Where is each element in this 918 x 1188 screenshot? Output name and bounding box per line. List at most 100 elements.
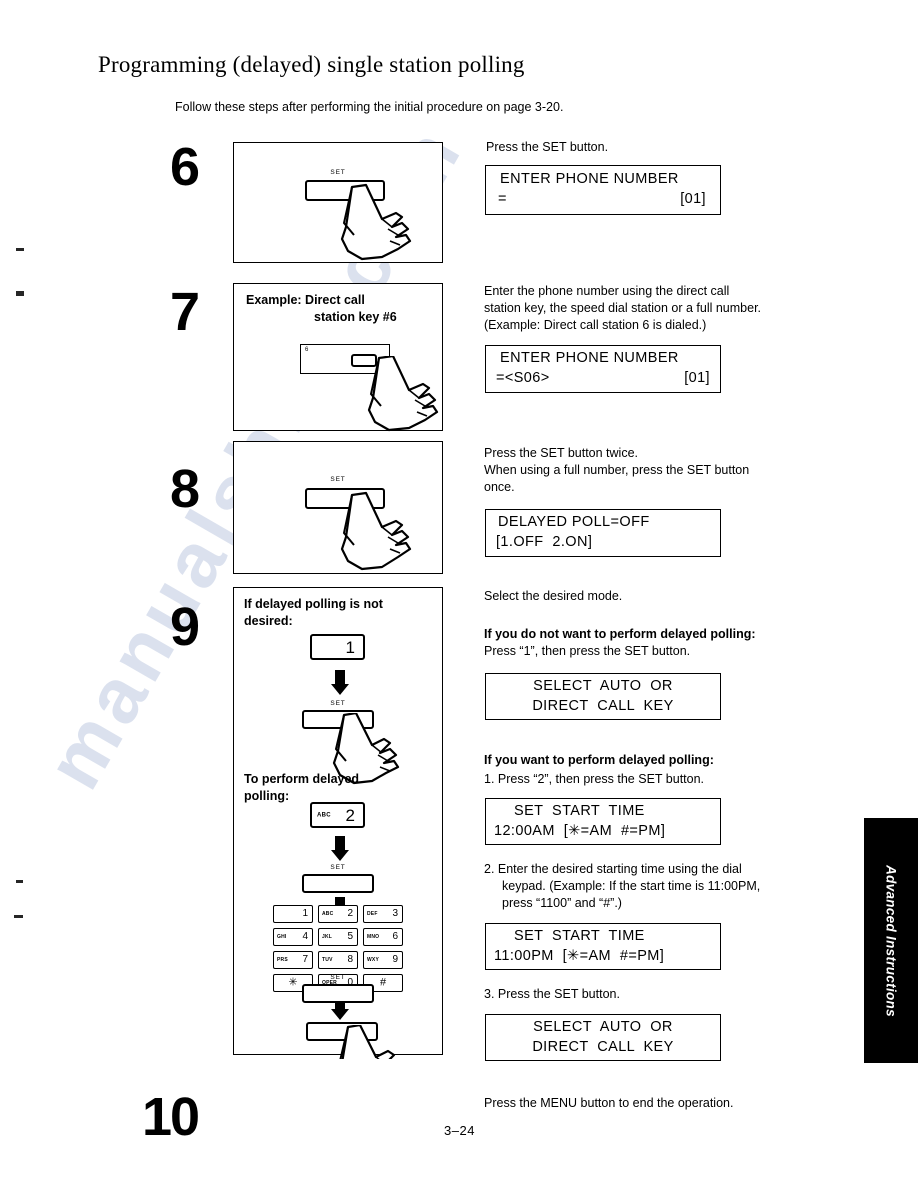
intro-text: Follow these steps after performing the … xyxy=(175,100,564,114)
step-9-branch-yes-item-1: 1. Press “2”, then press the SET button. xyxy=(484,772,705,786)
keypad-key-8: TUV 8 xyxy=(318,951,358,969)
dial-key-2-digit: 2 xyxy=(345,805,355,825)
lcd-line-2: 12:00AM [✳=AM #=PM] xyxy=(494,823,666,839)
set-key-label: SET xyxy=(330,476,346,483)
lcd-line-1: SELECT AUTO OR xyxy=(533,1019,673,1035)
step-9-branch-yes-item-3: 3. Press the SET button. xyxy=(484,987,620,1001)
step-9-branch-yes-final-lcd: SELECT AUTO OR DIRECT CALL KEY xyxy=(485,1014,721,1061)
keypad-key-4-digit: 4 xyxy=(302,931,308,942)
dial-key-1: 1 xyxy=(310,634,365,660)
step-9-caption-a-line-1: If delayed polling is not xyxy=(244,597,383,611)
step-7-illustration: Example: Direct call station key #6 6 xyxy=(233,283,443,432)
step-7-instruction-line-2: station key, the speed dial station or a… xyxy=(484,301,762,315)
lcd-line-2-left: =<S06> xyxy=(496,370,550,386)
set-key xyxy=(302,984,374,1003)
direct-call-station-key xyxy=(351,354,377,367)
keypad-key-7-alpha: PRS xyxy=(277,957,288,964)
lcd-line-2: DIRECT CALL KEY xyxy=(532,1039,674,1055)
station-number-label: 6 xyxy=(305,347,309,353)
step-9-branch-yes-heading: If you want to perform delayed polling: xyxy=(484,753,714,767)
step-7-caption-line-2: station key #6 xyxy=(314,310,397,324)
step-number-8: 8 xyxy=(170,459,200,519)
lcd-line-1: ENTER PHONE NUMBER xyxy=(500,171,679,187)
step-8-illustration: SET xyxy=(233,441,443,574)
keypad-key-1-digit: 1 xyxy=(302,908,308,919)
scan-artifact xyxy=(16,291,24,296)
keypad-key-6: MNO 6 xyxy=(363,928,403,946)
set-key xyxy=(305,180,385,201)
step-7-lcd: ENTER PHONE NUMBER =<S06> [01] xyxy=(485,345,721,393)
step-9-caption-b-line-2: polling: xyxy=(244,789,290,803)
step-9-branch-no-lcd: SELECT AUTO OR DIRECT CALL KEY xyxy=(485,673,721,720)
step-7-instruction-line-1: Enter the phone number using the direct … xyxy=(484,284,730,298)
flow-arrow-1 xyxy=(330,670,350,696)
keypad-key-9: WXY 9 xyxy=(363,951,403,969)
step-number-10: 10 xyxy=(142,1087,200,1147)
set-key-label: SET xyxy=(330,864,346,871)
lcd-line-2: DIRECT CALL KEY xyxy=(532,698,674,714)
step-10-instruction: Press the MENU button to end the operati… xyxy=(484,1096,734,1110)
set-key-label: SET xyxy=(330,700,346,707)
scan-watermark: manualshine.com xyxy=(28,110,892,1079)
step-9-caption-b-line-1: To perform delayed xyxy=(244,772,360,786)
keypad-key-9-digit: 9 xyxy=(392,954,398,965)
step-7-instruction-line-3: (Example: Direct call station 6 is diale… xyxy=(484,318,707,332)
step-9-illustration: If delayed polling is not desired: 1 SET… xyxy=(233,587,443,1059)
set-key xyxy=(305,488,385,509)
step-9-branch-yes-item-2-line-2: keypad. (Example: If the start time is 1… xyxy=(502,879,761,893)
step-8-instruction-line-3: once. xyxy=(484,480,515,494)
step-9-caption-a-line-2: desired: xyxy=(244,614,293,628)
step-9-branch-no-heading: If you do not want to perform delayed po… xyxy=(484,627,756,641)
set-key-label: SET xyxy=(330,169,346,176)
keypad-key-7: PRS 7 xyxy=(273,951,313,969)
keypad-key-2-digit: 2 xyxy=(347,908,353,919)
set-key-final xyxy=(306,1022,378,1041)
keypad-key-2: ABC 2 xyxy=(318,905,358,923)
dial-key-2-alpha: ABC xyxy=(317,812,331,819)
set-key xyxy=(302,710,374,729)
keypad-key-4: GHI 4 xyxy=(273,928,313,946)
step-9-branch-no-body: Press “1”, then press the SET button. xyxy=(484,644,691,658)
scan-artifact xyxy=(14,915,23,918)
keypad-key-1: 1 xyxy=(273,905,313,923)
step-9-branch-yes-item-2-line-3: press “1100” and “#”.) xyxy=(502,896,622,910)
keypad-key-2-alpha: ABC xyxy=(322,911,334,918)
keypad-key-5-alpha: JKL xyxy=(322,934,333,941)
step-number-6: 6 xyxy=(170,137,200,197)
step-9-branch-yes-item-2-line-1: 2. Enter the desired starting time using… xyxy=(484,862,742,876)
step-6-illustration: SET xyxy=(233,142,443,263)
lcd-line-2-left: = xyxy=(498,191,507,207)
lcd-line-2: 11:00PM [✳=AM #=PM] xyxy=(494,948,665,964)
step-number-9: 9 xyxy=(170,597,200,657)
lcd-line-2-left: [1.OFF 2.ON] xyxy=(496,534,593,550)
lcd-line-1: SET START TIME xyxy=(514,928,645,944)
scan-artifact xyxy=(16,880,23,883)
dial-key-2: ABC 2 xyxy=(310,802,365,828)
keypad-key-8-alpha: TUV xyxy=(322,957,333,964)
lcd-line-1: ENTER PHONE NUMBER xyxy=(500,350,679,366)
step-8-instruction-line-2: When using a full number, press the SET … xyxy=(484,463,750,477)
scan-artifact xyxy=(16,248,24,251)
lcd-line-1: SELECT AUTO OR xyxy=(533,678,673,694)
step-number-7: 7 xyxy=(170,282,200,342)
keypad-key-4-alpha: GHI xyxy=(277,934,287,941)
step-7-caption-line-1: Example: Direct call xyxy=(246,293,365,307)
lcd-line-1: DELAYED POLL=OFF xyxy=(498,514,650,530)
keypad-key-8-digit: 8 xyxy=(347,954,353,965)
step-8-lcd: DELAYED POLL=OFF [1.OFF 2.ON] xyxy=(485,509,721,557)
lcd-line-1: SET START TIME xyxy=(514,803,645,819)
dial-key-1-digit: 1 xyxy=(345,637,355,657)
keypad-key-3-digit: 3 xyxy=(392,908,398,919)
step-9-start-time-lcd-default: SET START TIME 12:00AM [✳=AM #=PM] xyxy=(485,798,721,845)
side-tab-label: Advanced Instructions xyxy=(883,864,899,1017)
set-key-label: SET xyxy=(330,974,346,981)
side-tab-advanced-instructions: Advanced Instructions xyxy=(864,818,918,1063)
step-6-lcd: ENTER PHONE NUMBER = [01] xyxy=(485,165,721,215)
flow-arrow-2 xyxy=(330,836,350,862)
step-8-instruction-line-1: Press the SET button twice. xyxy=(484,446,639,460)
keypad-key-9-alpha: WXY xyxy=(367,957,379,964)
keypad-key-3-alpha: DEF xyxy=(367,911,378,918)
keypad-key-3: DEF 3 xyxy=(363,905,403,923)
step-9-lead-instruction: Select the desired mode. xyxy=(484,589,623,603)
lcd-line-2-right: [01] xyxy=(684,370,710,386)
